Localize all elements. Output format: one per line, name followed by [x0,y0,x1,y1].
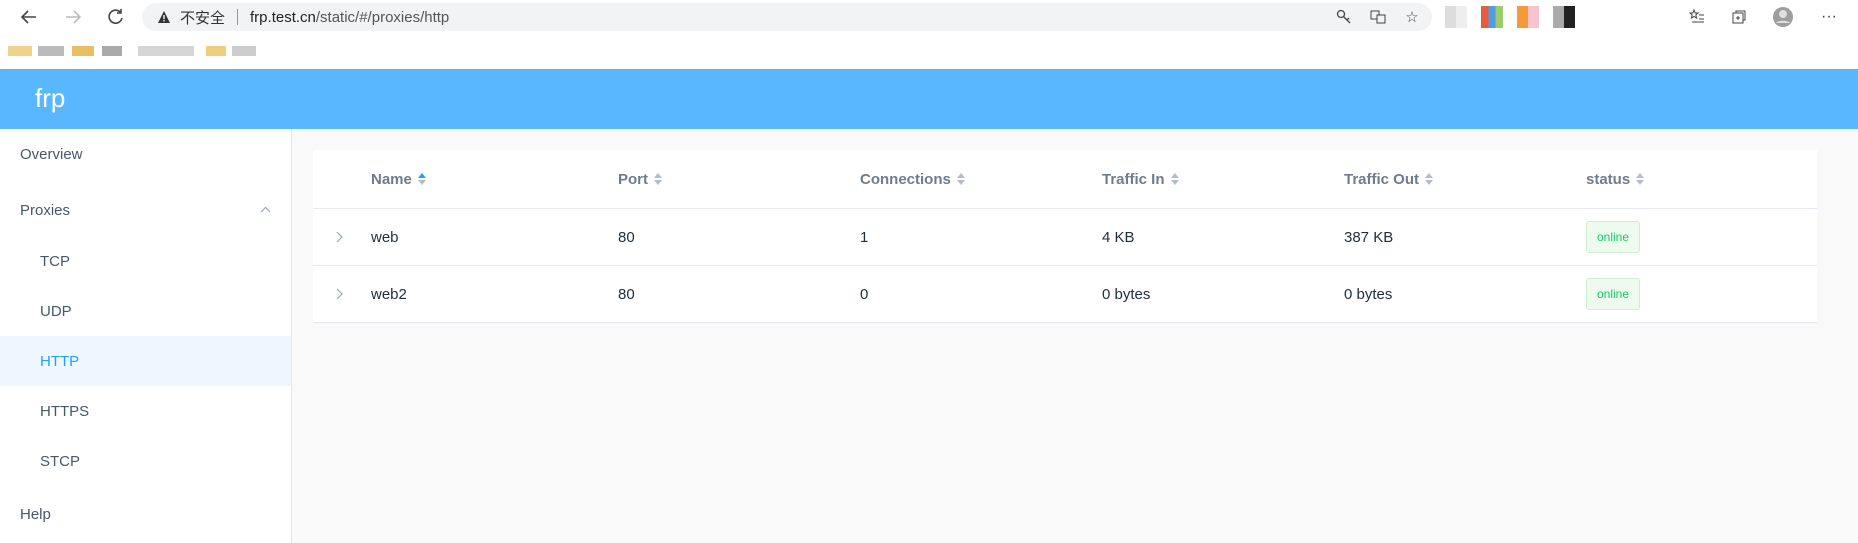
bookmark-item[interactable] [102,46,122,56]
brand-logo[interactable]: frp [35,83,65,114]
url-host: frp.test.cn [250,8,316,26]
extension-icon[interactable] [1553,6,1575,28]
sort-icon[interactable] [956,173,965,185]
chevron-right-icon[interactable] [335,266,343,322]
sort-icon[interactable] [1170,173,1179,185]
column-header-port[interactable]: Port [618,150,662,208]
bookmark-item[interactable] [72,46,94,56]
cell-connections: 1 [860,228,869,246]
cell-traffic-out: 387 KB [1344,228,1394,246]
extension-icon[interactable] [1445,6,1467,28]
column-header-label: Traffic In [1102,170,1165,188]
sort-icon[interactable] [417,173,426,185]
table-row[interactable]: web 80 1 4 KB 387 KB online [313,209,1817,266]
table-row[interactable]: web2 80 0 0 bytes 0 bytes online [313,266,1817,323]
table-header: Name Port Connections Traffic In Traffic… [313,150,1817,209]
bookmark-item[interactable] [138,46,194,56]
column-header-label: Connections [860,170,951,188]
sidebar-item-tcp[interactable]: TCP [0,236,291,286]
sidebar-item-label: HTTPS [40,402,90,420]
column-header-connections[interactable]: Connections [860,150,965,208]
chevron-up-icon [260,202,271,216]
column-header-label: status [1586,170,1631,188]
extension-icon[interactable] [1517,6,1539,28]
column-header-traffic-out[interactable]: Traffic Out [1344,150,1434,208]
cell-status: online [1586,266,1641,322]
bookmark-item[interactable] [38,46,64,56]
sidebar-item-help[interactable]: Help [0,489,291,539]
bookmarks-bar [0,38,600,62]
warning-icon [156,9,172,25]
app-header: frp [0,69,1858,129]
bookmark-item[interactable] [206,46,226,56]
url-path: /static/#/proxies/http [315,8,450,26]
forward-arrow-icon[interactable] [60,4,86,30]
sort-icon[interactable] [1636,173,1645,185]
proxies-table: Name Port Connections Traffic In Traffic… [313,150,1817,323]
cell-name: web [371,228,399,246]
bookmark-item[interactable] [232,46,256,56]
cell-connections: 0 [860,285,869,303]
browser-toolbar: 不安全 frp.test.cn /static/#/proxies/http ☆… [0,0,1858,34]
more-menu-icon[interactable]: ··· [1818,6,1840,28]
extension-icon[interactable] [1481,6,1503,28]
sidebar-item-label: HTTP [40,352,80,370]
sidebar-item-label: STCP [40,452,81,470]
sidebar-item-label: TCP [40,252,70,270]
sidebar-item-overview[interactable]: Overview [0,129,291,179]
column-header-label: Port [618,170,648,188]
status-badge: online [1586,221,1641,253]
sort-icon[interactable] [654,173,662,185]
bookmark-item[interactable] [8,46,32,56]
sidebar-menu: Overview Proxies TCP UDP HTTP HTTPS STCP… [0,129,292,543]
back-arrow-icon[interactable] [16,4,42,30]
cell-traffic-in: 0 bytes [1102,285,1151,303]
column-header-status[interactable]: status [1586,150,1645,208]
collections-icon[interactable] [1728,6,1750,28]
sidebar-item-label: Proxies [20,201,71,219]
sidebar-item-label: UDP [40,302,72,320]
column-header-label: Traffic Out [1344,170,1420,188]
favorites-list-icon[interactable] [1686,6,1708,28]
cell-status: online [1586,209,1641,265]
translate-icon[interactable] [1368,7,1388,27]
sidebar-item-udp[interactable]: UDP [0,286,291,336]
status-badge: online [1586,278,1641,310]
column-header-traffic-in[interactable]: Traffic In [1102,150,1179,208]
cell-port: 80 [618,228,635,246]
chevron-right-icon[interactable] [335,209,343,265]
sidebar-item-http[interactable]: HTTP [0,336,291,386]
column-header-name[interactable]: Name [371,150,426,208]
cell-name: web2 [371,285,407,303]
cell-traffic-in: 4 KB [1102,228,1135,246]
main-content: Name Port Connections Traffic In Traffic… [292,129,1858,543]
sidebar-item-label: Overview [20,145,83,163]
column-header-label: Name [371,170,412,188]
cell-traffic-out: 0 bytes [1344,285,1393,303]
sidebar-item-proxies[interactable]: Proxies [0,185,291,235]
sidebar-item-stcp[interactable]: STCP [0,436,291,486]
profile-avatar-icon[interactable] [1772,6,1794,28]
sidebar-item-label: Help [20,505,51,523]
security-warning-text: 不安全 [180,9,226,27]
sidebar-item-https[interactable]: HTTPS [0,386,291,436]
address-divider [237,9,239,25]
cell-port: 80 [618,285,635,303]
favorite-star-icon[interactable]: ☆ [1402,7,1422,27]
key-icon[interactable] [1334,7,1354,27]
extensions-area [1445,6,1575,28]
sort-icon[interactable] [1425,173,1434,185]
address-bar[interactable]: 不安全 frp.test.cn /static/#/proxies/http ☆ [142,3,1432,31]
reload-icon[interactable] [103,4,129,30]
